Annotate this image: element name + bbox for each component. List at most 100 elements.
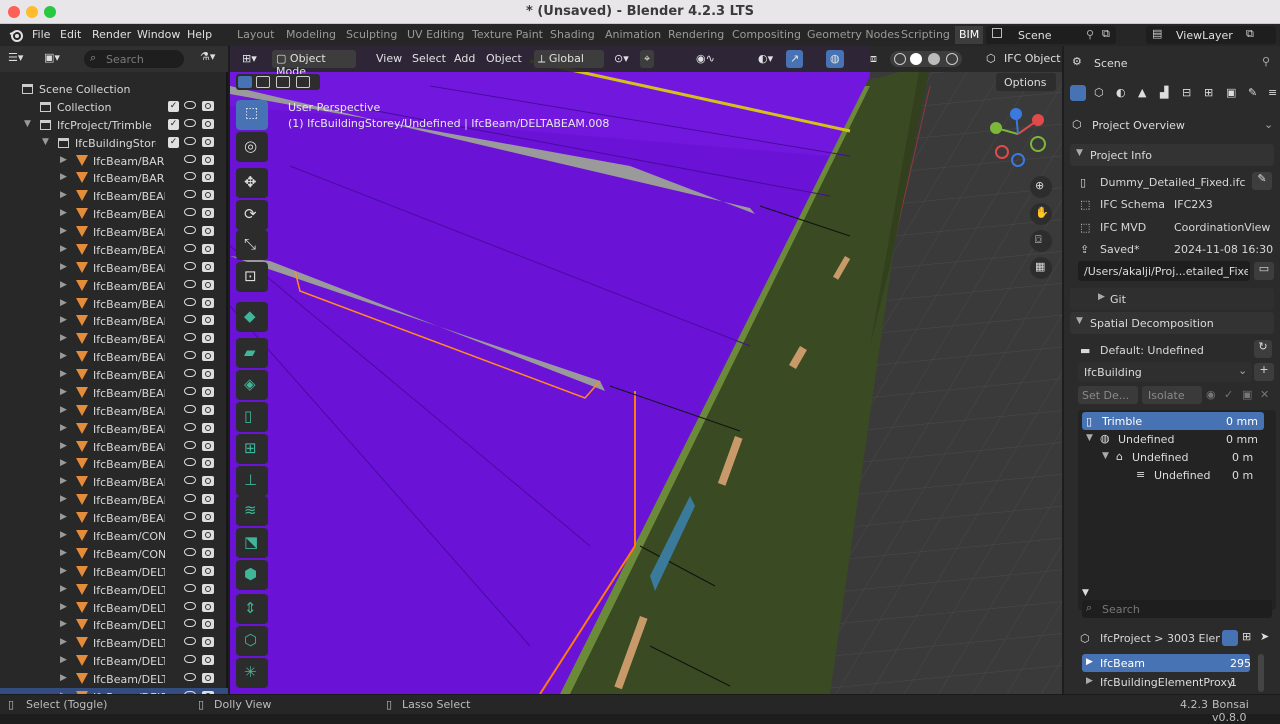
services-tab-icon[interactable]: ▟ [1160,86,1168,99]
camera-view-button[interactable]: ⌼ [1030,230,1052,252]
filter-icon[interactable]: ⚗▾ [200,50,215,63]
expand-triangle-icon[interactable]: ▶ [60,584,67,594]
pin-icon[interactable]: ⚲ [1086,28,1094,41]
menu-render[interactable]: Render [92,28,131,41]
eye-icon[interactable] [184,583,196,592]
new-view-layer-icon[interactable]: ⧉ [1246,27,1254,41]
eye-icon[interactable] [184,208,196,217]
expand-triangle-icon[interactable]: ▶ [60,208,67,218]
outliner-row[interactable]: ▶ IfcBeam/BEAM. [0,366,228,384]
column-tool[interactable]: ⊥ [236,466,268,496]
class-row-proxy[interactable]: ▶ IfcBuildingElementProxy 1 [1082,673,1250,691]
expand-triangle-icon[interactable]: ▶ [60,244,67,254]
select-intersect-icon[interactable] [296,76,310,88]
eye-icon[interactable] [184,154,196,163]
camera-icon[interactable] [202,476,214,487]
xray-toggle-icon[interactable]: ⧈ [866,50,881,68]
class-row-ifcbeam[interactable]: ▶ IfcBeam 295 [1082,654,1251,672]
gizmo-toggle-icon[interactable]: ↗ [786,50,804,68]
outliner-row[interactable]: ▶ IfcBeam/BEAM. [0,455,228,473]
menu-select[interactable]: Select [408,50,450,68]
eye-icon[interactable] [184,530,196,538]
collapse-triangle-icon[interactable]: ▼ [42,137,49,147]
expand-triangle-icon[interactable]: ▶ [60,423,67,433]
camera-icon[interactable] [202,655,214,666]
spatial-decomposition-section[interactable]: ▼ Spatial Decomposition [1070,312,1274,334]
camera-icon[interactable] [202,351,214,362]
camera-icon[interactable] [202,422,214,433]
select-new-icon[interactable] [238,76,252,88]
outliner-row[interactable]: ▶ IfcBeam/BEAM. [0,205,228,223]
add-spatial-button[interactable]: + [1254,363,1274,381]
cursor-tool[interactable]: ◎ [236,132,268,162]
wall-tool[interactable]: ▰ [236,338,268,368]
menu-file[interactable]: File [32,28,50,41]
expand-triangle-icon[interactable]: ▶ [60,351,67,361]
outliner-row[interactable]: ▶ IfcBeam/CONS [0,527,228,545]
blender-logo-icon[interactable] [9,28,23,42]
outliner-row[interactable]: ▶ IfcBeam/DELTA [0,634,228,652]
eye-icon[interactable] [184,601,196,610]
pivot-icon[interactable]: ⊙▾ [610,50,633,68]
outliner-row[interactable]: ▶ IfcBeam/DELTA [0,599,228,617]
window-tool[interactable]: ⊞ [236,434,268,464]
camera-icon[interactable] [202,279,214,290]
expand-triangle-icon[interactable]: ▶ [60,333,67,343]
menu-window[interactable]: Window [137,28,180,41]
transform-orientation-selector[interactable]: ⟂ Global [534,50,604,68]
outliner-row[interactable]: ▶ IfcBeam/BEAM. [0,312,228,330]
select-extend-icon[interactable] [256,76,270,88]
camera-icon[interactable] [202,261,214,272]
eye-icon[interactable] [184,404,196,413]
menu-help[interactable]: Help [187,28,212,41]
camera-icon[interactable] [202,440,214,451]
menu-view[interactable]: View [372,50,406,68]
eye-icon[interactable] [184,279,196,288]
camera-icon[interactable] [202,512,214,523]
eye-icon[interactable] [184,136,196,145]
collapse-triangle-icon[interactable]: ▼ [24,119,31,129]
expand-triangle-icon[interactable]: ▶ [60,226,67,236]
camera-icon[interactable] [202,315,214,326]
view-layer-selector[interactable]: ▤ ViewLayer ⧉ [1146,26,1276,44]
expand-triangle-icon[interactable]: ▶ [60,298,67,308]
snap-icon[interactable]: ⌖ [640,50,655,68]
geometry-tab-icon[interactable]: ◐ [1116,86,1126,99]
select-subtract-icon[interactable] [276,76,290,88]
camera-icon[interactable] [202,100,214,111]
mode-selector[interactable]: ▢ Object Mode [272,50,356,78]
outliner-row[interactable]: ▶ IfcBeam/BEAM [0,187,228,205]
camera-icon[interactable] [202,583,214,594]
visibility-icon[interactable]: ◐▾ [754,50,777,68]
eye-icon[interactable] [184,655,196,664]
ifc-path-field[interactable]: /Users/akalji/Proj...etailed_Fixed.ifc [1078,261,1250,281]
eye-icon[interactable] [184,100,196,109]
project-overview-selector[interactable]: ⬡ Project Overview ⌄ [1068,114,1278,136]
tab-texture-paint[interactable]: Texture Paint [472,28,543,41]
folder-icon[interactable]: ▭ [1254,262,1274,280]
pan-view-button[interactable]: ✋ [1030,203,1052,225]
outliner-row[interactable]: ▶ IfcBeam/DELTA [0,616,228,634]
menu-edit[interactable]: Edit [60,28,81,41]
tree-view-icon[interactable]: ⊞ [1242,630,1251,643]
eye-icon[interactable] [184,547,196,556]
eye-icon[interactable] [184,243,196,252]
eye-icon[interactable] [184,172,196,181]
expand-triangle-icon[interactable]: ▶ [60,673,67,683]
eye-icon[interactable] [184,422,196,431]
outliner-row[interactable]: ▶ IfcBeam/DELTA [0,563,228,581]
outliner-row[interactable]: ▶ IfcBeam/BEAM. [0,420,228,438]
expand-triangle-icon[interactable]: ▶ [60,602,67,612]
eye-icon[interactable] [184,637,196,646]
menu-object[interactable]: Object [482,50,526,68]
eye-icon[interactable] [184,619,196,628]
tab-scripting[interactable]: Scripting [901,28,950,41]
eye-icon[interactable] [184,440,196,449]
structural-tab-icon[interactable]: ⊟ [1182,86,1191,99]
ortho-toggle-button[interactable]: ▦ [1030,257,1052,279]
outliner-row[interactable]: ▶ IfcBeam/BEAM. [0,223,228,241]
git-section[interactable]: ▶ Git [1070,288,1274,310]
move-tool[interactable]: ✥ [236,168,268,198]
spatial-item-site[interactable]: ▼ ◍ Undefined 0 mm [1082,430,1264,448]
outliner-row[interactable]: Scene Collection [0,80,228,98]
